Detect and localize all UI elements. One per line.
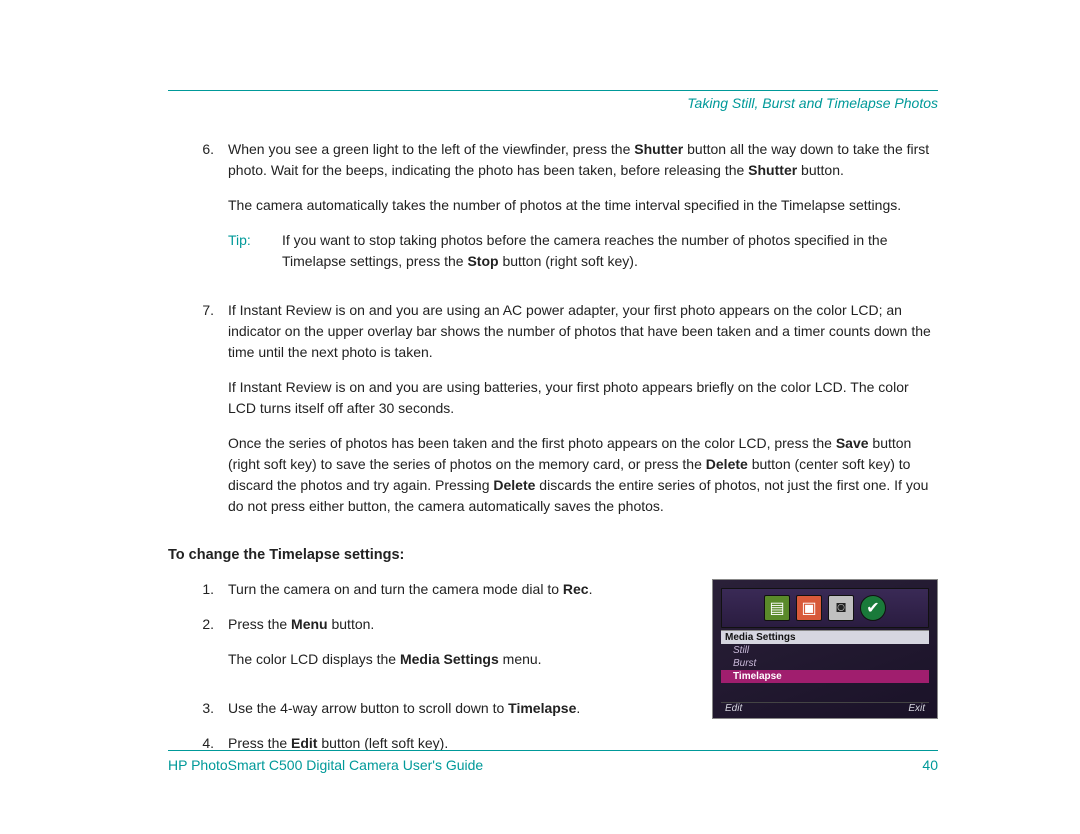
text: button (right soft key). (499, 253, 638, 269)
paragraph: If Instant Review is on and you are usin… (228, 300, 938, 363)
step-body: Turn the camera on and turn the camera m… (228, 579, 696, 600)
text: Press the (228, 735, 291, 751)
shutter-label: Shutter (634, 141, 683, 157)
page-number: 40 (922, 757, 938, 773)
check-icon: ✔ (860, 595, 886, 621)
steps-column: 1. Turn the camera on and turn the camer… (168, 579, 696, 768)
substep-1: 1. Turn the camera on and turn the camer… (168, 579, 696, 600)
lcd-icon-bar: ▤ ▣ ◙ ✔ (721, 588, 929, 628)
header-rule (168, 90, 938, 91)
paragraph: If Instant Review is on and you are usin… (228, 377, 938, 419)
text: Once the series of photos has been taken… (228, 435, 836, 451)
timelapse-label: Timelapse (508, 700, 576, 716)
step-6: 6. When you see a green light to the lef… (168, 139, 938, 286)
camera-icon: ◙ (828, 595, 854, 621)
page-footer: HP PhotoSmart C500 Digital Camera User's… (168, 750, 938, 773)
delete-label: Delete (706, 456, 748, 472)
text: When you see a green light to the left o… (228, 141, 634, 157)
step-number: 1. (168, 579, 228, 600)
paragraph: The color LCD displays the Media Setting… (228, 649, 696, 670)
lcd-preview: ▤ ▣ ◙ ✔ Media Settings StillBurstTimelap… (712, 579, 938, 719)
rec-label: Rec (563, 581, 589, 597)
footer-title: HP PhotoSmart C500 Digital Camera User's… (168, 757, 483, 773)
lcd-menu-item: Burst (721, 657, 929, 670)
lcd-menu-item: Still (721, 644, 929, 657)
tip-block: Tip: If you want to stop taking photos b… (228, 230, 938, 272)
step-number: 7. (168, 300, 228, 531)
text: . (589, 581, 593, 597)
text: menu. (499, 651, 542, 667)
menu-label: Menu (291, 616, 328, 632)
lcd-softkeys: Edit Exit (721, 702, 929, 714)
text: Press the (228, 616, 291, 632)
note-icon: ▣ (796, 595, 822, 621)
paragraph: Once the series of photos has been taken… (228, 433, 938, 517)
step-7: 7. If Instant Review is on and you are u… (168, 300, 938, 531)
text: button. (797, 162, 844, 178)
lcd-menu-item: Timelapse (721, 670, 929, 683)
lcd-menu-items: StillBurstTimelapse (721, 644, 929, 683)
save-label: Save (836, 435, 869, 451)
text: button (left soft key). (317, 735, 448, 751)
page-content: Taking Still, Burst and Timelapse Photos… (168, 90, 938, 768)
tip-label: Tip: (228, 230, 282, 272)
step-body: Press the Menu button. The color LCD dis… (228, 614, 696, 684)
footer-rule (168, 750, 938, 751)
paragraph: The camera automatically takes the numbe… (228, 195, 938, 216)
text: . (576, 700, 580, 716)
lcd-menu-title: Media Settings (721, 630, 929, 644)
lcd-softkey-left: Edit (725, 703, 742, 714)
section-title: To change the Timelapse settings: (168, 547, 938, 563)
paragraph: When you see a green light to the left o… (228, 139, 938, 181)
step-body: When you see a green light to the left o… (228, 139, 938, 286)
text: Use the 4-way arrow button to scroll dow… (228, 700, 508, 716)
chapter-title: Taking Still, Burst and Timelapse Photos (168, 95, 938, 111)
step-number: 2. (168, 614, 228, 684)
substep-2: 2. Press the Menu button. The color LCD … (168, 614, 696, 684)
shutter-label: Shutter (748, 162, 797, 178)
paragraph: Press the Menu button. (228, 614, 696, 635)
text: Turn the camera on and turn the camera m… (228, 581, 563, 597)
footer-row: HP PhotoSmart C500 Digital Camera User's… (168, 757, 938, 773)
step-number: 6. (168, 139, 228, 286)
stop-label: Stop (467, 253, 498, 269)
document-icon: ▤ (764, 595, 790, 621)
text: The color LCD displays the (228, 651, 400, 667)
two-column-layout: 1. Turn the camera on and turn the camer… (168, 579, 938, 768)
media-settings-label: Media Settings (400, 651, 499, 667)
tip-body: If you want to stop taking photos before… (282, 230, 938, 272)
text: button. (328, 616, 375, 632)
step-body: Use the 4-way arrow button to scroll dow… (228, 698, 696, 719)
lcd-softkey-right: Exit (908, 703, 925, 714)
delete-label: Delete (493, 477, 535, 493)
step-body: If Instant Review is on and you are usin… (228, 300, 938, 531)
edit-label: Edit (291, 735, 317, 751)
step-number: 3. (168, 698, 228, 719)
substep-3: 3. Use the 4-way arrow button to scroll … (168, 698, 696, 719)
